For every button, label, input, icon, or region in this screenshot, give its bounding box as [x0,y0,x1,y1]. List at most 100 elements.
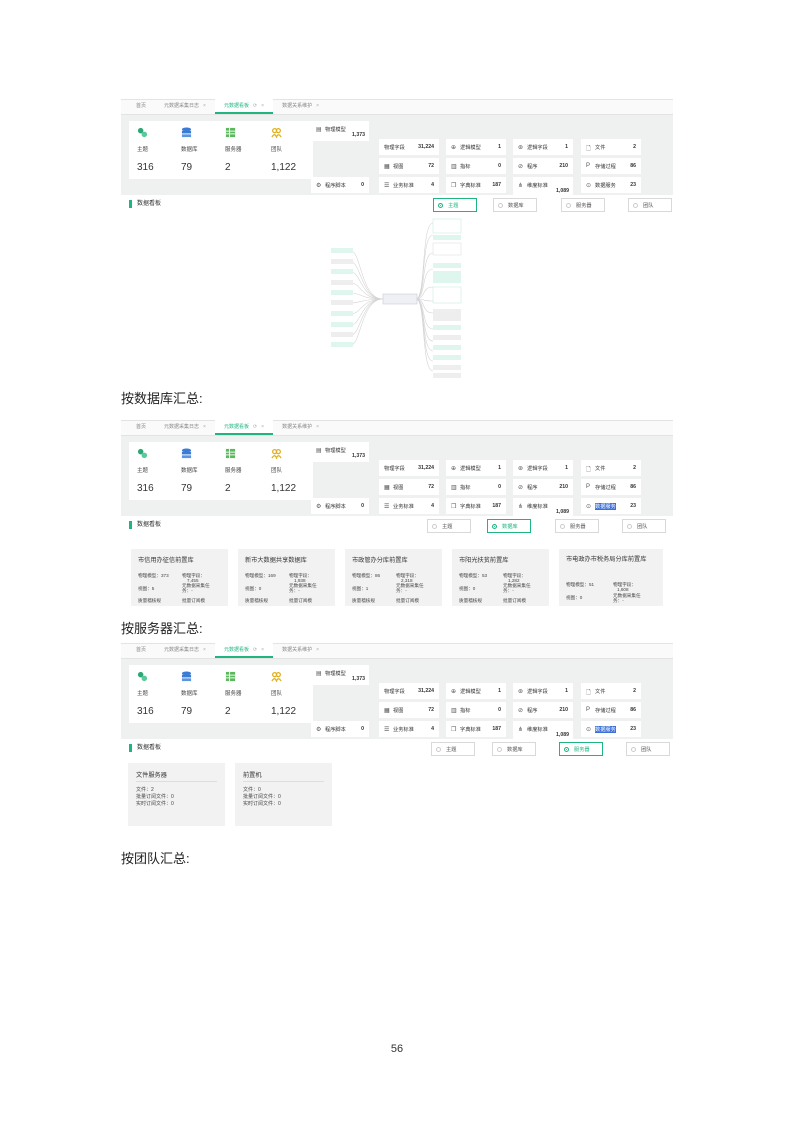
stat-business-std[interactable]: ☰ 业务标准 4 [379,177,439,193]
tab-home[interactable]: 首页 [127,643,155,658]
kpi-topic[interactable]: 主题 316 [129,121,179,179]
stat-stored-proc[interactable]: P 存储过程 86 [581,702,641,718]
kpi-topic[interactable]: 主题 316 [129,665,179,723]
stat-logic-model[interactable]: ⊕ 逻辑模型 1 [446,139,506,155]
stat-file[interactable]: 🗋 文件 2 [581,460,641,476]
kpi-database[interactable]: 数据库 79 [173,121,223,179]
tab-data-relation[interactable]: 数据关系维护 × [273,643,328,658]
close-icon[interactable]: × [316,647,319,653]
stat-stored-proc[interactable]: P 存储过程 86 [581,479,641,495]
close-icon[interactable]: × [203,424,206,430]
database-card[interactable]: 市阳光扶贫前置库 物理模型：53 物理字段： 1,282 视图：0 元数据采集任… [452,549,549,606]
kpi-server[interactable]: 服务器 2 [217,442,267,500]
refresh-icon[interactable]: ⟳ [253,647,257,653]
stat-view[interactable]: ▦ 视图 72 [379,702,439,718]
stat-logic-field[interactable]: ⊛ 逻辑字段 1 [513,683,573,699]
stat-view[interactable]: ▦ 视图 72 [379,479,439,495]
stat-data-service[interactable]: ⊙ 数据服务 23 [581,177,641,193]
radio-server[interactable]: 服务器 [561,198,605,212]
kpi-server[interactable]: 服务器 2 [217,121,267,179]
graph-root-node[interactable] [382,293,418,305]
stat-program[interactable]: ⊘ 程序 210 [513,702,573,718]
close-icon[interactable]: × [203,647,206,653]
server-card[interactable]: 前置机 文件：0 批量订阅文件：0 实时订阅文件：0 [235,763,332,826]
stat-program[interactable]: ⊘ 程序 210 [513,479,573,495]
graph-left-nodes[interactable] [331,248,353,347]
radio-server[interactable]: 服务器 [555,519,599,533]
radio-topic[interactable]: 主题 [427,519,471,533]
tab-collect-log[interactable]: 元数据采集日志 × [155,643,215,658]
tab-collect-log[interactable]: 元数据采集日志 × [155,99,215,114]
database-card[interactable]: 新市大数据共享数据库 物理模型：169 物理字段： 1,938 视图：0 元数据… [238,549,335,606]
server-card[interactable]: 文件服务器 文件：2 批量订阅文件：0 实时订阅文件：0 [128,763,225,826]
stat-business-std[interactable]: ☰ 业务标准 4 [379,721,439,737]
tab-home[interactable]: 首页 [127,420,155,435]
stat-program-script[interactable]: ⚙ 程序脚本 0 [311,498,369,514]
stat-metric[interactable]: ▥ 指标 0 [446,479,506,495]
stat-physical-model[interactable]: ▤ 物理模型 1,373 [311,665,369,685]
radio-team[interactable]: 团队 [628,198,672,212]
radio-team[interactable]: 团队 [626,742,670,756]
radio-topic[interactable]: 主题 [433,198,477,212]
stat-dimension-std[interactable]: ⋔ 维度标准 1,089 [513,721,573,741]
kpi-team[interactable]: 团队 1,122 [263,442,313,500]
stat-dict-std[interactable]: ❐ 字典标准 187 [446,721,506,737]
stat-dict-std[interactable]: ❐ 字典标准 187 [446,177,506,193]
tab-collect-log[interactable]: 元数据采集日志 × [155,420,215,435]
stat-dimension-std[interactable]: ⋔ 维度标准 1,089 [513,177,573,197]
radio-topic[interactable]: 主题 [431,742,475,756]
kpi-team[interactable]: 团队 1,122 [263,121,313,179]
database-card[interactable]: 市政管办分库前置库 物理模型：86 物理字段： 2,318 视图：1 元数据采集… [345,549,442,606]
radio-database[interactable]: 数据库 [492,742,536,756]
radio-server[interactable]: 服务器 [559,742,603,756]
stat-view[interactable]: ▦ 视图 72 [379,158,439,174]
stat-data-service[interactable]: ⊙ 数据服务 23 [581,721,641,737]
stat-logic-field[interactable]: ⊛ 逻辑字段 1 [513,460,573,476]
stat-data-service[interactable]: ⊙ 数据服务 23 [581,498,641,514]
stat-logic-model[interactable]: ⊕ 逻辑模型 1 [446,683,506,699]
stat-file[interactable]: 🗋 文件 2 [581,139,641,155]
tab-data-relation[interactable]: 数据关系维护 × [273,99,328,114]
radio-database[interactable]: 数据库 [487,519,531,533]
stat-physical-field[interactable]: 物理字段 31,224 [379,460,439,476]
kpi-database[interactable]: 数据库 79 [173,665,223,723]
refresh-icon[interactable]: ⟳ [253,103,257,109]
radio-database[interactable]: 数据库 [493,198,537,212]
tab-data-relation[interactable]: 数据关系维护 × [273,420,328,435]
stat-program[interactable]: ⊘ 程序 210 [513,158,573,174]
close-icon[interactable]: × [261,424,264,430]
close-icon[interactable]: × [261,103,264,109]
stat-business-std[interactable]: ☰ 业务标准 4 [379,498,439,514]
stat-program-script[interactable]: ⚙ 程序脚本 0 [311,721,369,737]
stat-program-script[interactable]: ⚙ 程序脚本 0 [311,177,369,193]
kpi-topic[interactable]: 主题 316 [129,442,179,500]
stat-stored-proc[interactable]: P 存储过程 86 [581,158,641,174]
stat-physical-model[interactable]: ▤ 物理模型 1,373 [311,121,369,141]
kpi-team[interactable]: 团队 1,122 [263,665,313,723]
close-icon[interactable]: × [203,103,206,109]
close-icon[interactable]: × [316,103,319,109]
refresh-icon[interactable]: ⟳ [253,424,257,430]
stat-physical-model[interactable]: ▤ 物理模型 1,373 [311,442,369,462]
graph-right-nodes[interactable] [432,218,462,378]
tab-metadata-board[interactable]: 元数据看板 ⟳ × [214,99,274,114]
tab-metadata-board[interactable]: 元数据看板 ⟳ × [214,643,274,658]
stat-dict-std[interactable]: ❐ 字典标准 187 [446,498,506,514]
stat-file[interactable]: 🗋 文件 2 [581,683,641,699]
tab-home[interactable]: 首页 [127,99,155,114]
stat-physical-field[interactable]: 物理字段 31,224 [379,139,439,155]
tab-metadata-board[interactable]: 元数据看板 ⟳ × [214,420,274,435]
kpi-server[interactable]: 服务器 2 [217,665,267,723]
stat-logic-field[interactable]: ⊛ 逻辑字段 1 [513,139,573,155]
radio-team[interactable]: 团队 [622,519,666,533]
stat-metric[interactable]: ▥ 指标 0 [446,158,506,174]
kpi-database[interactable]: 数据库 79 [173,442,223,500]
topic-relation-graph[interactable] [121,217,673,382]
close-icon[interactable]: × [316,424,319,430]
database-card[interactable]: 市信用办征信前置库 物理模型：373 物理字段： 7,455 视图：5 元数据采… [131,549,228,606]
stat-logic-model[interactable]: ⊕ 逻辑模型 1 [446,460,506,476]
close-icon[interactable]: × [261,647,264,653]
stat-physical-field[interactable]: 物理字段 31,224 [379,683,439,699]
database-card[interactable]: 市电政办市税务局分库前置库 物理模型：51 物理字段： 1,608 视图：0 元… [559,549,663,606]
stat-metric[interactable]: ▥ 指标 0 [446,702,506,718]
